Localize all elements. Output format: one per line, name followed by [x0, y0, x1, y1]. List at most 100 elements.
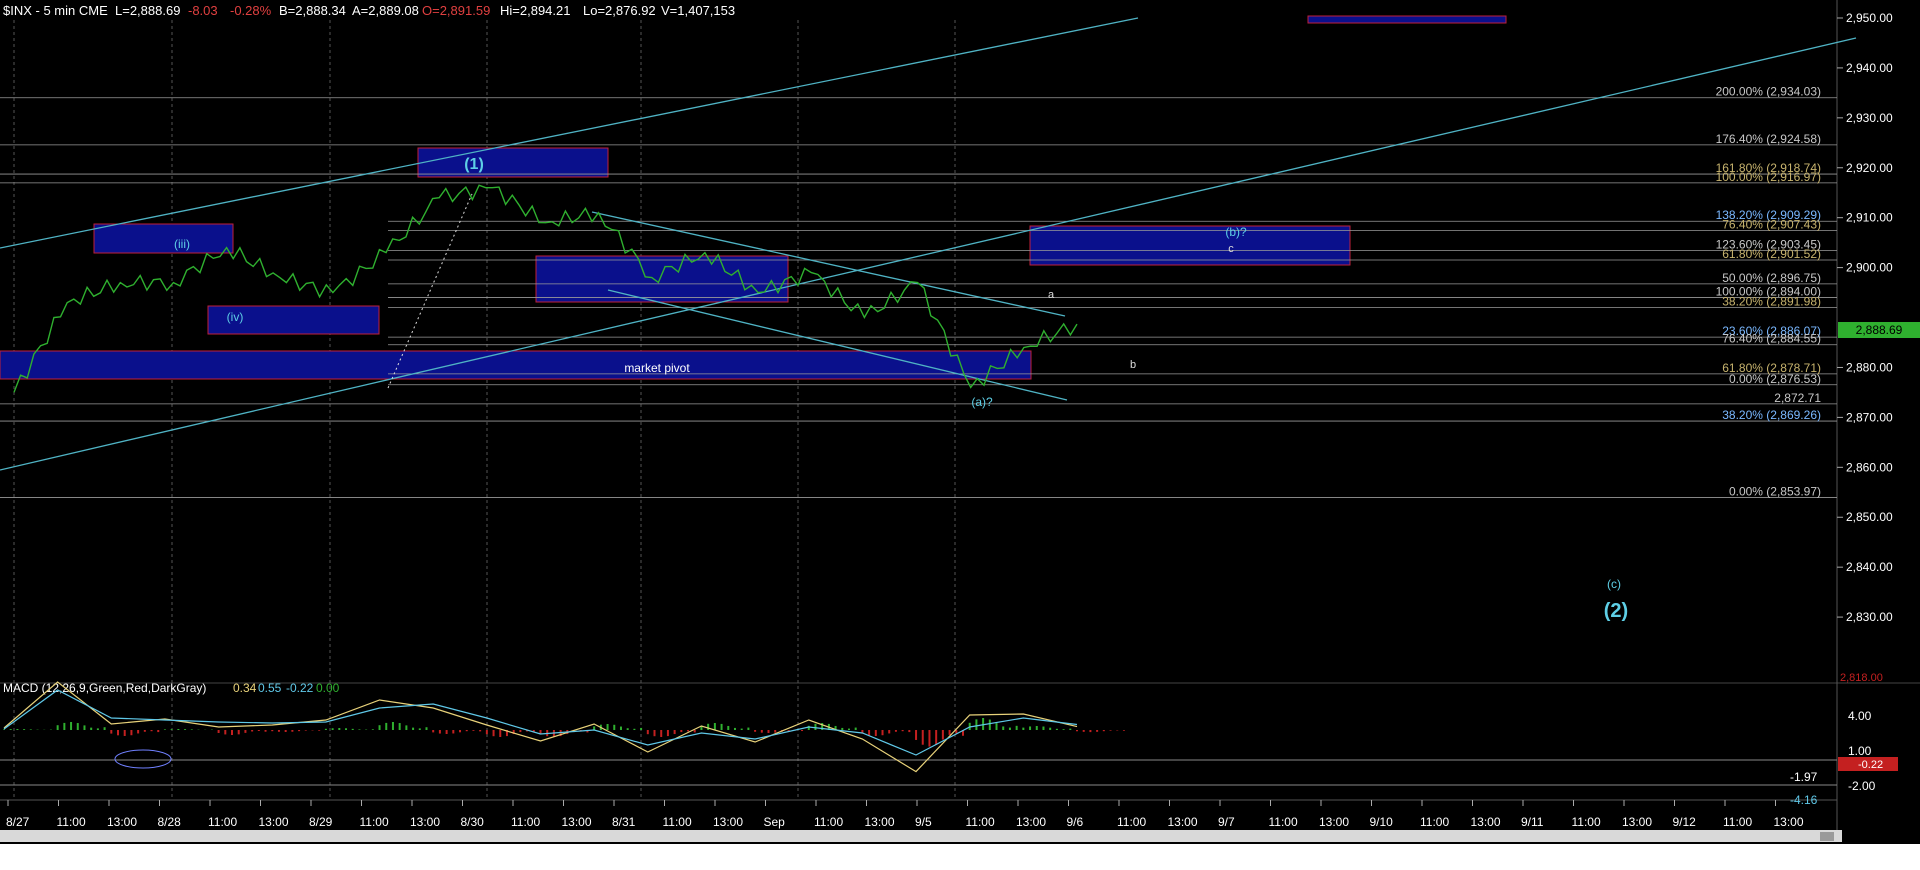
time-tick-label: 13:00: [562, 815, 592, 829]
fib-level-label: 0.00% (2,853.97): [1729, 484, 1821, 498]
high-value: Hi=2,894.21: [500, 3, 570, 18]
price-tick-label: 2,860.00: [1846, 460, 1893, 474]
time-tick-label: 13:00: [107, 815, 137, 829]
wave-a-label: (a)?: [971, 395, 993, 409]
fib-level-label: 200.00% (2,934.03): [1716, 85, 1821, 99]
market-pivot-box: [0, 350, 1032, 380]
footer-bar: [0, 844, 1920, 870]
time-tick-label: 13:00: [1319, 815, 1349, 829]
time-tick-label: 8/29: [309, 815, 333, 829]
time-tick-label: 13:00: [259, 815, 289, 829]
scrollbar-thumb[interactable]: [1820, 832, 1834, 841]
last-price: L=2,888.69: [115, 3, 180, 18]
fib-level-label: 100.00% (2,916.97): [1716, 170, 1821, 184]
time-tick-label: 11:00: [663, 815, 692, 829]
symbol-label: $INX - 5 min CME: [3, 3, 108, 18]
wave-c-label: (c): [1607, 577, 1621, 591]
market-pivot-label: market pivot: [624, 361, 690, 375]
macd-tick-bottom: -2.00: [1848, 779, 1876, 793]
b-c-target-box: [1029, 225, 1351, 266]
macd-title: MACD (12,26,9,Green,Red,DarkGray): [3, 681, 206, 695]
macd-value-4: 0.00: [316, 681, 340, 695]
price-tick-label: 2,850.00: [1846, 510, 1893, 524]
top-target-box: [1307, 15, 1507, 24]
time-tick-label: 13:00: [1622, 815, 1652, 829]
fib-level-label: 76.40% (2,907.43): [1722, 218, 1821, 232]
time-tick-label: Sep: [764, 815, 786, 829]
fib-level-label: 50.00% (2,896.75): [1722, 271, 1821, 285]
time-tick-label: 13:00: [1016, 815, 1046, 829]
change-value: -8.03: [188, 3, 218, 18]
wave-iii-box: [93, 223, 234, 254]
wave-iii-label: (iii): [174, 237, 190, 251]
time-tick-label: 13:00: [1471, 815, 1501, 829]
wave-1-box: [417, 147, 609, 178]
time-tick-label: 9/10: [1370, 815, 1394, 829]
time-tick-label: 11:00: [208, 815, 237, 829]
time-tick-label: 11:00: [1723, 815, 1752, 829]
macd-marker-2: -1.97: [1790, 770, 1818, 784]
time-tick-label: 11:00: [814, 815, 843, 829]
price-tick-label: 2,870.00: [1846, 410, 1893, 424]
ask-value: A=2,889.08: [352, 3, 419, 18]
fib-level-label: 38.20% (2,869.26): [1722, 408, 1821, 422]
time-tick-label: 11:00: [1269, 815, 1298, 829]
macd-value-3: -0.22: [286, 681, 314, 695]
macd-tick-top: 4.00: [1848, 709, 1872, 723]
time-tick-label: 9/6: [1067, 815, 1084, 829]
open-value: O=2,891.59: [422, 3, 490, 18]
time-tick-label: 11:00: [360, 815, 389, 829]
time-tick-label: 11:00: [511, 815, 540, 829]
time-tick-label: 13:00: [1774, 815, 1804, 829]
time-tick-label: 13:00: [410, 815, 440, 829]
fib-level-label: 0.00% (2,876.53): [1729, 372, 1821, 386]
current-price-label: 2,888.69: [1856, 323, 1903, 337]
time-tick-label: 8/31: [612, 815, 636, 829]
time-tick-label: 13:00: [865, 815, 895, 829]
bid-value: B=2,888.34: [279, 3, 346, 18]
fib-level-label: 61.80% (2,901.52): [1722, 247, 1821, 261]
macd-tick-mid: 1.00: [1848, 744, 1872, 758]
price-tick-label: 2,940.00: [1846, 61, 1893, 75]
time-tick-label: 11:00: [966, 815, 995, 829]
macd-value-2: 0.55: [258, 681, 282, 695]
wave-1-label: (1): [464, 156, 484, 173]
wave-b-label: (b)?: [1225, 225, 1247, 239]
time-tick-label: 8/28: [158, 815, 182, 829]
fib-level-label: 38.20% (2,891.98): [1722, 295, 1821, 309]
time-tick-label: 8/27: [6, 815, 30, 829]
change-percent: -0.28%: [230, 3, 272, 18]
time-tick-label: 8/30: [461, 815, 485, 829]
time-tick-label: 9/12: [1673, 815, 1697, 829]
wave-2-label: (2): [1604, 600, 1628, 622]
wave-iv-label: (iv): [227, 310, 244, 324]
price-tick-label: 2,900.00: [1846, 261, 1893, 275]
time-tick-label: 11:00: [1420, 815, 1449, 829]
small-a-label: a: [1048, 289, 1055, 301]
time-tick-label: 11:00: [57, 815, 86, 829]
macd-marker-3: -4.16: [1790, 793, 1818, 807]
price-chart: $INX - 5 min CME L=2,888.69 -8.03 -0.28%…: [0, 0, 1920, 870]
fib-level-label: 2,872.71: [1774, 391, 1821, 405]
time-tick-label: 9/11: [1521, 815, 1544, 829]
price-tick-label: 2,840.00: [1846, 560, 1893, 574]
cut-price-label: 2,818.00: [1840, 672, 1883, 684]
time-tick-label: 11:00: [1117, 815, 1146, 829]
fib-level-label: 176.40% (2,924.58): [1716, 132, 1821, 146]
price-tick-label: 2,880.00: [1846, 360, 1893, 374]
horizontal-scrollbar[interactable]: [0, 830, 1842, 842]
small-c-label: c: [1228, 243, 1234, 255]
macd-value-1: 0.34: [233, 681, 257, 695]
time-tick-label: 9/5: [915, 815, 932, 829]
low-value: Lo=2,876.92: [583, 3, 656, 18]
fib-level-label: 76.40% (2,884.55): [1722, 332, 1821, 346]
price-tick-label: 2,830.00: [1846, 610, 1893, 624]
time-tick-label: 11:00: [1572, 815, 1601, 829]
time-tick-label: 13:00: [713, 815, 743, 829]
time-tick-label: 9/7: [1218, 815, 1235, 829]
small-b-label: b: [1130, 359, 1136, 371]
time-tick-label: 13:00: [1168, 815, 1198, 829]
price-tick-label: 2,930.00: [1846, 111, 1893, 125]
price-tick-label: 2,910.00: [1846, 211, 1893, 225]
price-tick-label: 2,920.00: [1846, 161, 1893, 175]
